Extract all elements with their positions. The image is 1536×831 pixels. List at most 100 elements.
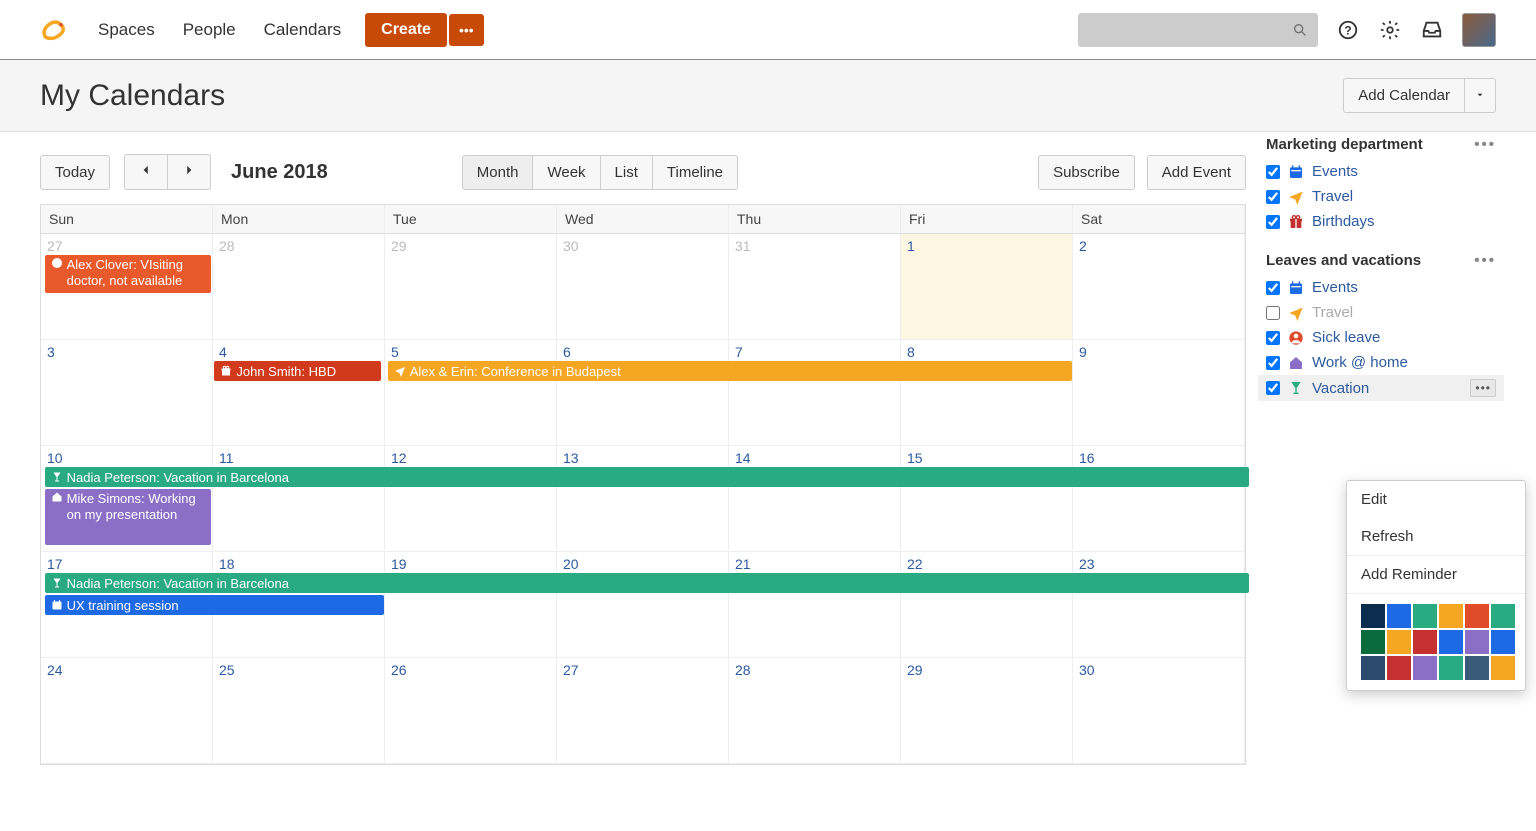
inbox-icon[interactable]: [1420, 18, 1444, 42]
event-conference[interactable]: Alex & Erin: Conference in Budapest: [388, 361, 1072, 381]
calendar-cell[interactable]: 11: [213, 446, 385, 552]
calendar-cell[interactable]: 8: [901, 340, 1073, 446]
item-menu-button[interactable]: •••: [1470, 379, 1496, 397]
settings-icon[interactable]: [1378, 18, 1402, 42]
calendar-cell[interactable]: 4: [213, 340, 385, 446]
color-swatch[interactable]: [1387, 630, 1411, 654]
menu-add-reminder[interactable]: Add Reminder: [1347, 556, 1525, 593]
calendar-cell[interactable]: 30: [1073, 658, 1245, 764]
search-input[interactable]: [1078, 13, 1318, 47]
event-vacation-1[interactable]: Nadia Peterson: Vacation in Barcelona: [45, 467, 1249, 487]
event-sick-leave[interactable]: Alex Clover: VIsiting doctor, not availa…: [45, 255, 211, 293]
color-swatch[interactable]: [1387, 656, 1411, 680]
create-more-button[interactable]: •••: [449, 14, 484, 46]
group-menu-button[interactable]: •••: [1474, 136, 1496, 153]
nav-spaces[interactable]: Spaces: [98, 20, 155, 40]
subscribe-button[interactable]: Subscribe: [1038, 155, 1135, 190]
calendar-cell[interactable]: 3: [41, 340, 213, 446]
calendar-checkbox[interactable]: [1266, 281, 1280, 295]
calendar-checkbox[interactable]: [1266, 381, 1280, 395]
nav-calendars[interactable]: Calendars: [264, 20, 342, 40]
color-swatch[interactable]: [1361, 656, 1385, 680]
calendar-checkbox[interactable]: [1266, 331, 1280, 345]
calendar-cell[interactable]: 28: [213, 234, 385, 340]
sidebar-calendar-item[interactable]: Vacation•••: [1258, 375, 1504, 401]
sidebar-calendar-item[interactable]: Birthdays: [1266, 209, 1496, 234]
sidebar-calendar-item[interactable]: Events: [1266, 275, 1496, 300]
calendar-checkbox[interactable]: [1266, 215, 1280, 229]
color-swatch[interactable]: [1439, 604, 1463, 628]
color-swatch[interactable]: [1439, 656, 1463, 680]
calendar-checkbox[interactable]: [1266, 356, 1280, 370]
day-number: 13: [563, 450, 722, 466]
calendar-cell[interactable]: 15: [901, 446, 1073, 552]
calendar-cell[interactable]: 20: [557, 552, 729, 658]
color-swatch[interactable]: [1491, 604, 1515, 628]
calendar-checkbox[interactable]: [1266, 165, 1280, 179]
calendar-cell[interactable]: 26: [385, 658, 557, 764]
menu-edit[interactable]: Edit: [1347, 481, 1525, 518]
event-work-home[interactable]: Mike Simons: Working on my presentation: [45, 489, 211, 545]
calendar-cell[interactable]: 24: [41, 658, 213, 764]
add-event-button[interactable]: Add Event: [1147, 155, 1246, 190]
sidebar-calendar-item[interactable]: Events: [1266, 159, 1496, 184]
color-swatch[interactable]: [1465, 604, 1489, 628]
prev-month-button[interactable]: [124, 154, 168, 190]
color-swatch[interactable]: [1361, 604, 1385, 628]
group-menu-button[interactable]: •••: [1474, 252, 1496, 269]
calendar-cell[interactable]: 29: [901, 658, 1073, 764]
add-calendar-dropdown[interactable]: [1465, 78, 1496, 113]
event-training[interactable]: UX training session: [45, 595, 385, 615]
next-month-button[interactable]: [168, 154, 211, 190]
help-icon[interactable]: [1336, 18, 1360, 42]
sidebar-calendar-item[interactable]: Work @ home: [1266, 350, 1496, 375]
color-swatch[interactable]: [1413, 604, 1437, 628]
calendar-cell[interactable]: 19: [385, 552, 557, 658]
calendar-cell[interactable]: 16: [1073, 446, 1245, 552]
event-birthday[interactable]: John Smith: HBD: [214, 361, 380, 381]
calendar-cell[interactable]: 25: [213, 658, 385, 764]
view-timeline-tab[interactable]: Timeline: [653, 155, 738, 190]
color-swatch[interactable]: [1465, 630, 1489, 654]
view-month-tab[interactable]: Month: [462, 155, 534, 190]
color-swatch[interactable]: [1491, 630, 1515, 654]
calendar-cell[interactable]: 28: [729, 658, 901, 764]
calendar-cell[interactable]: 7: [729, 340, 901, 446]
calendar-cell[interactable]: 2: [1073, 234, 1245, 340]
calendar-cell[interactable]: 22: [901, 552, 1073, 658]
calendar-cell[interactable]: 31: [729, 234, 901, 340]
view-week-tab[interactable]: Week: [533, 155, 600, 190]
calendar-cell[interactable]: 14: [729, 446, 901, 552]
calendar-cell[interactable]: 21: [729, 552, 901, 658]
calendar-cell[interactable]: 27: [557, 658, 729, 764]
calendar-cell[interactable]: 5: [385, 340, 557, 446]
color-swatch[interactable]: [1439, 630, 1463, 654]
calendar-cell[interactable]: 9: [1073, 340, 1245, 446]
user-avatar[interactable]: [1462, 13, 1496, 47]
today-button[interactable]: Today: [40, 155, 110, 190]
menu-refresh[interactable]: Refresh: [1347, 518, 1525, 555]
nav-people[interactable]: People: [183, 20, 236, 40]
create-button[interactable]: Create: [365, 13, 447, 47]
add-calendar-button[interactable]: Add Calendar: [1343, 78, 1465, 113]
calendar-cell[interactable]: 6: [557, 340, 729, 446]
sidebar-calendar-item[interactable]: Travel: [1266, 184, 1496, 209]
color-swatch[interactable]: [1361, 630, 1385, 654]
calendar-cell[interactable]: 29: [385, 234, 557, 340]
color-swatch[interactable]: [1413, 630, 1437, 654]
sidebar-calendar-item[interactable]: Sick leave: [1266, 325, 1496, 350]
sidebar-calendar-item[interactable]: Travel: [1266, 300, 1496, 325]
calendar-checkbox[interactable]: [1266, 306, 1280, 320]
calendar-cell[interactable]: 1: [901, 234, 1073, 340]
calendar-cell[interactable]: 13: [557, 446, 729, 552]
color-swatch[interactable]: [1387, 604, 1411, 628]
calendar-cell[interactable]: 12: [385, 446, 557, 552]
color-swatch[interactable]: [1465, 656, 1489, 680]
calendar-cell[interactable]: 30: [557, 234, 729, 340]
color-swatch[interactable]: [1413, 656, 1437, 680]
color-swatch[interactable]: [1491, 656, 1515, 680]
view-list-tab[interactable]: List: [601, 155, 653, 190]
event-vacation-2[interactable]: Nadia Peterson: Vacation in Barcelona: [45, 573, 1249, 593]
calendar-cell[interactable]: 23: [1073, 552, 1245, 658]
calendar-checkbox[interactable]: [1266, 190, 1280, 204]
